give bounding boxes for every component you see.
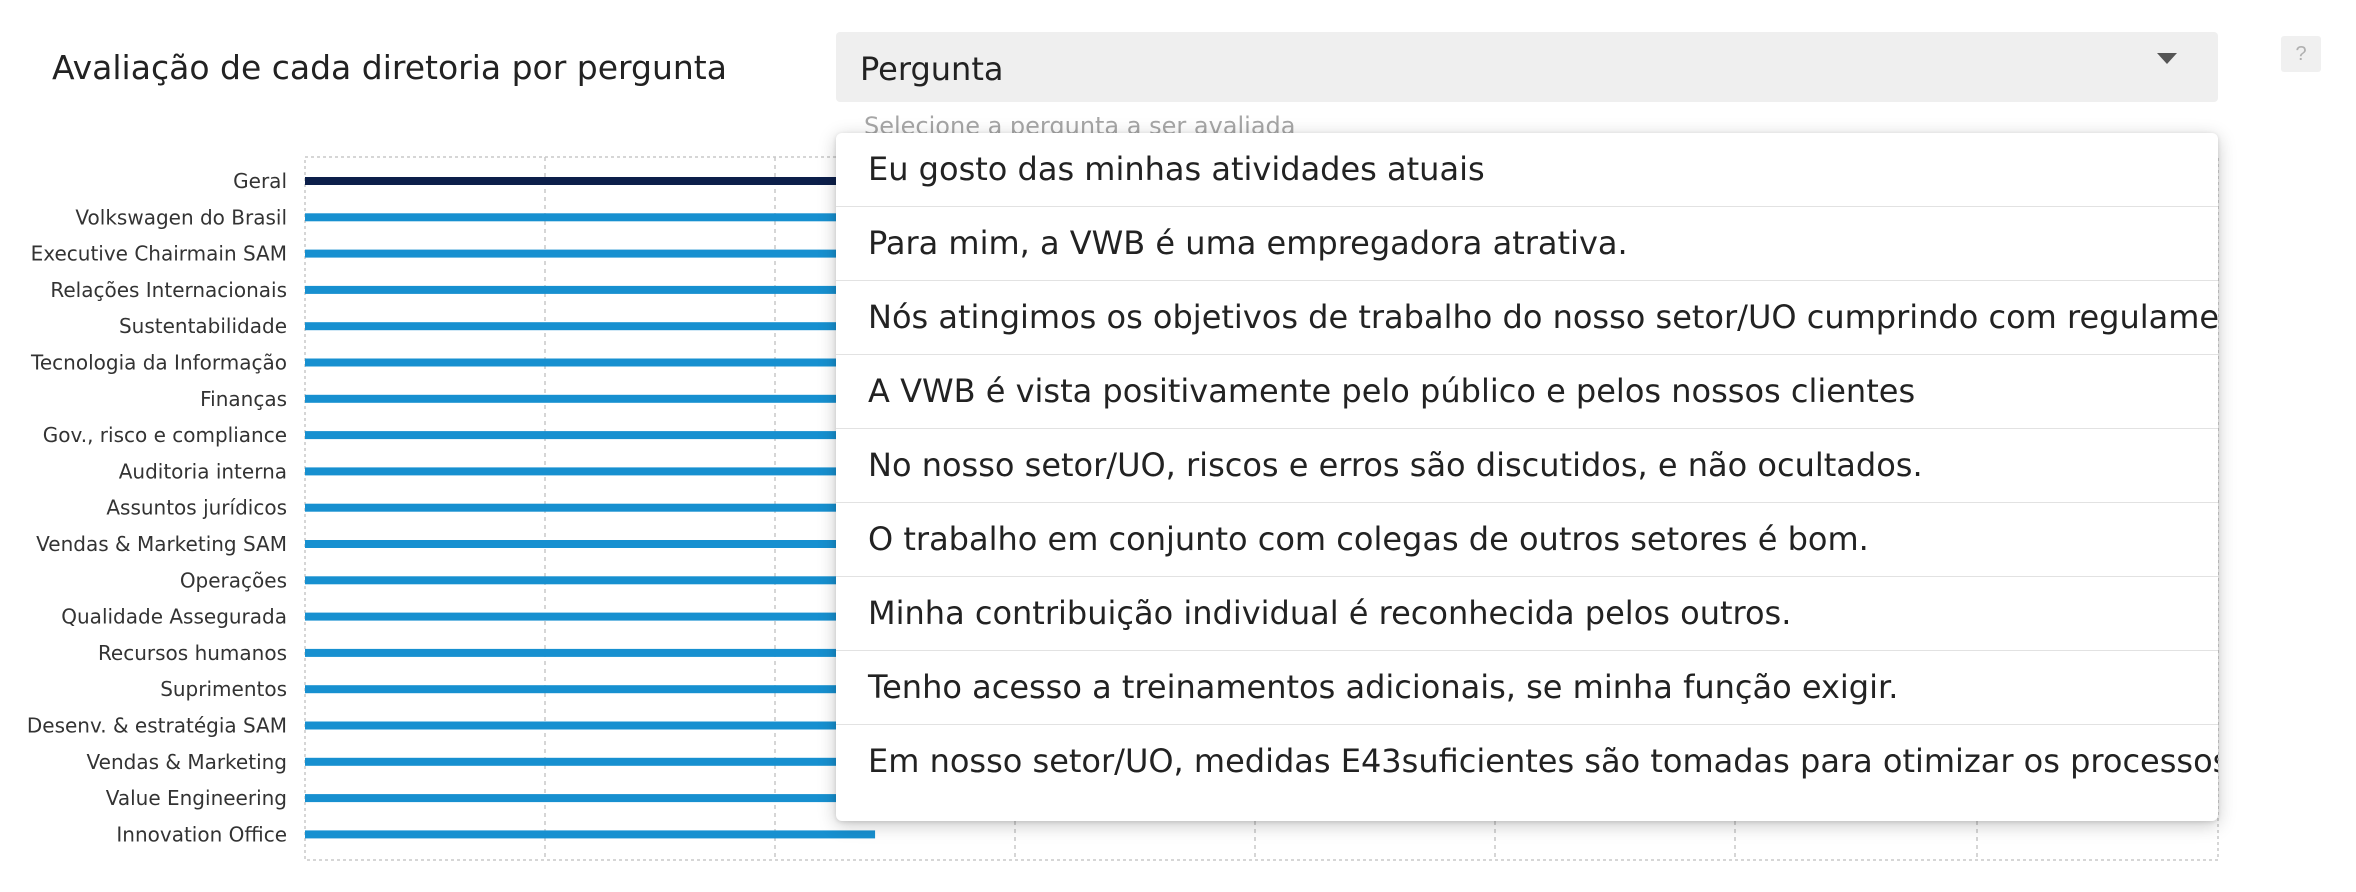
- category-label: Suprimentos: [160, 677, 287, 701]
- category-label: Geral: [233, 169, 287, 193]
- category-label: Volkswagen do Brasil: [75, 205, 287, 229]
- category-label: Vendas & Marketing: [87, 750, 287, 774]
- category-label: Qualidade Assegurada: [61, 605, 287, 629]
- dropdown-option[interactable]: No nosso setor/UO, riscos e erros são di…: [836, 429, 2218, 503]
- category-label: Desenv. & estratégia SAM: [27, 714, 287, 738]
- dropdown-option[interactable]: Eu gosto das minhas atividades atuais: [836, 133, 2218, 207]
- dropdown-option[interactable]: Para mim, a VWB é uma empregadora atrati…: [836, 207, 2218, 281]
- question-select[interactable]: Pergunta: [836, 32, 2218, 102]
- category-label: Auditoria interna: [119, 459, 287, 483]
- category-label: Sustentabilidade: [119, 314, 287, 338]
- category-label: Tecnologia da Informação: [30, 351, 287, 375]
- caret-down-icon: [2157, 53, 2177, 64]
- dropdown-option[interactable]: Em nosso setor/UO, medidas E43suficiente…: [836, 725, 2218, 798]
- category-label: Innovation Office: [116, 822, 287, 846]
- category-label: Value Engineering: [106, 786, 287, 810]
- dropdown-option[interactable]: Minha contribuição individual é reconhec…: [836, 577, 2218, 651]
- dropdown-option[interactable]: O trabalho em conjunto com colegas de ou…: [836, 503, 2218, 577]
- question-dropdown-menu: Eu gosto das minhas atividades atuais Par…: [836, 133, 2218, 821]
- dropdown-option[interactable]: Tenho acesso a treinamentos adicionais, …: [836, 651, 2218, 725]
- bar: [305, 830, 876, 839]
- page-title: Avaliação de cada diretoria por pergunta: [52, 48, 727, 87]
- category-label: Assuntos jurídicos: [106, 496, 287, 520]
- select-label: Pergunta: [860, 50, 1004, 88]
- category-label: Recursos humanos: [98, 641, 287, 665]
- category-label: Gov., risco e compliance: [43, 423, 287, 447]
- category-label: Finanças: [200, 387, 287, 411]
- category-label: Relações Internacionais: [50, 278, 287, 302]
- category-label: Operações: [180, 568, 287, 592]
- dropdown-option[interactable]: Nós atingimos os objetivos de trabalho d…: [836, 281, 2218, 355]
- category-label: Executive Chairmain SAM: [31, 242, 287, 266]
- category-label: Vendas & Marketing SAM: [36, 532, 287, 556]
- help-button[interactable]: ?: [2281, 36, 2321, 72]
- dropdown-option[interactable]: A VWB é vista positivamente pelo público…: [836, 355, 2218, 429]
